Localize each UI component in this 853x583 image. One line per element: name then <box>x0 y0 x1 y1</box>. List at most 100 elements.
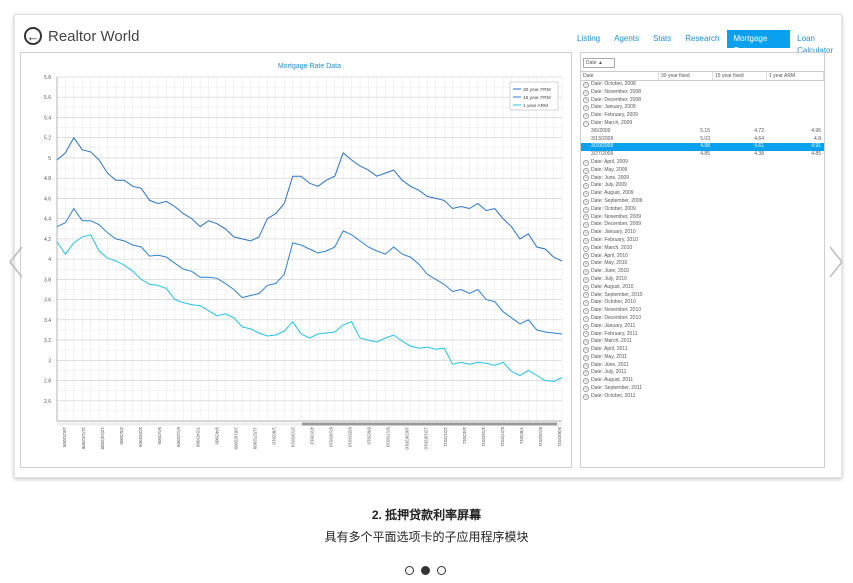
group-row[interactable]: + Date: February, 2010 <box>581 237 824 245</box>
expand-icon[interactable]: + <box>583 378 589 385</box>
group-row[interactable]: + Date: November, 2010 <box>581 307 824 315</box>
expand-icon[interactable]: + <box>583 315 589 322</box>
group-row[interactable]: + Date: April, 2011 <box>581 346 824 354</box>
group-row[interactable]: + Date: May, 2011 <box>581 354 824 362</box>
tab-research[interactable]: Research <box>678 30 726 48</box>
group-row[interactable]: + Date: September, 2009 <box>581 198 824 206</box>
group-label: Date: August, 2010 <box>591 283 634 290</box>
group-row[interactable]: + Date: June, 2009 <box>581 175 824 183</box>
data-row[interactable]: 3/27/2009 4.85 4.38 4.85 <box>581 151 824 159</box>
group-row[interactable]: + Date: October, 2008 <box>581 81 824 89</box>
expand-icon[interactable]: + <box>583 97 589 104</box>
group-row[interactable]: + Date: January, 2011 <box>581 323 824 331</box>
expand-icon[interactable]: + <box>583 331 589 338</box>
expand-icon[interactable]: + <box>583 245 589 252</box>
group-row[interactable]: + Date: January, 2010 <box>581 229 824 237</box>
group-row[interactable]: + Date: October, 2010 <box>581 299 824 307</box>
expand-icon[interactable]: + <box>583 370 589 377</box>
previous-slide-icon[interactable] <box>8 246 24 278</box>
expand-icon[interactable]: + <box>583 362 589 369</box>
expand-icon[interactable]: + <box>583 385 589 392</box>
carousel-dot[interactable] <box>405 566 414 575</box>
expand-icon[interactable]: + <box>583 113 589 120</box>
group-row[interactable]: + Date: April, 2010 <box>581 253 824 261</box>
group-row[interactable]: + Date: September, 2010 <box>581 292 824 300</box>
data-row[interactable]: 3/6/2009 5.15 4.72 4.96 <box>581 128 824 136</box>
group-row[interactable]: + Date: May, 2009 <box>581 167 824 175</box>
expand-icon[interactable]: + <box>583 230 589 237</box>
column-header[interactable]: 30 year fixed <box>659 72 713 80</box>
expand-icon[interactable]: + <box>583 308 589 314</box>
carousel-dot[interactable] <box>421 566 430 575</box>
expand-icon[interactable]: + <box>583 253 589 260</box>
expand-icon[interactable]: + <box>583 175 589 182</box>
expand-icon[interactable]: + <box>583 222 589 229</box>
column-header[interactable]: 1 year ARM <box>767 72 824 80</box>
x-tick-label: 10/29/2010 <box>405 427 410 450</box>
group-row[interactable]: + Date: August, 2011 <box>581 377 824 385</box>
expand-icon[interactable]: + <box>583 346 589 353</box>
tab-stats[interactable]: Stats <box>646 30 678 48</box>
carousel-dot[interactable] <box>437 566 446 575</box>
group-row[interactable]: + Date: May, 2010 <box>581 260 824 268</box>
next-slide-icon[interactable] <box>828 246 844 278</box>
group-row[interactable]: + Date: February, 2011 <box>581 331 824 339</box>
expand-icon[interactable]: + <box>583 183 589 190</box>
group-row[interactable]: + Date: July, 2010 <box>581 276 824 284</box>
group-label: Date: June, 2010 <box>591 268 630 275</box>
group-row[interactable]: + Date: June, 2010 <box>581 268 824 276</box>
group-row[interactable]: + Date: July, 2011 <box>581 369 824 377</box>
expand-icon[interactable]: + <box>583 269 589 276</box>
group-row[interactable]: + Date: January, 2009 <box>581 104 824 112</box>
expand-icon[interactable]: + <box>583 292 589 299</box>
y-tick-label: 4 <box>48 257 51 263</box>
back-arrow-icon[interactable]: ← <box>24 27 42 45</box>
group-row[interactable]: + Date: October, 2009 <box>581 206 824 214</box>
tab-listing[interactable]: Listing <box>570 30 607 48</box>
expand-icon[interactable]: + <box>583 214 589 221</box>
column-header[interactable]: Date <box>581 72 659 80</box>
expand-icon[interactable]: + <box>583 81 589 88</box>
tab-mortgage-rates[interactable]: Mortgage Rates <box>726 30 791 55</box>
expand-icon[interactable]: + <box>583 276 589 283</box>
expand-icon[interactable]: + <box>583 300 589 307</box>
group-row[interactable]: + Date: April, 2009 <box>581 159 824 167</box>
expand-icon[interactable]: + <box>583 237 589 244</box>
column-header[interactable]: 15 year fixed <box>713 72 767 80</box>
y-tick-label: 3 <box>48 358 51 364</box>
group-by-date-chip[interactable]: Date ▲ <box>583 58 615 68</box>
data-row[interactable]: 3/13/2009 5.03 4.64 4.8 <box>581 136 824 144</box>
tab-agents[interactable]: Agents <box>607 30 646 48</box>
expand-icon[interactable]: + <box>583 393 589 400</box>
tab-loan-calculator[interactable]: Loan Calculator <box>790 30 853 55</box>
expand-icon[interactable]: + <box>583 167 589 174</box>
collapse-icon[interactable]: − <box>583 120 589 127</box>
group-row[interactable]: + Date: August, 2010 <box>581 284 824 292</box>
group-row[interactable]: + Date: December, 2008 <box>581 97 824 105</box>
expand-icon[interactable]: + <box>583 354 589 361</box>
expand-icon[interactable]: + <box>583 323 589 330</box>
expand-icon[interactable]: + <box>583 105 589 112</box>
group-row[interactable]: + Date: December, 2010 <box>581 315 824 323</box>
expand-icon[interactable]: + <box>583 261 589 268</box>
group-row[interactable]: − Date: March, 2009 <box>581 120 824 128</box>
expand-icon[interactable]: + <box>583 198 589 205</box>
group-row[interactable]: + Date: June, 2011 <box>581 362 824 370</box>
expand-icon[interactable]: + <box>583 339 589 346</box>
expand-icon[interactable]: + <box>583 284 589 291</box>
expand-icon[interactable]: + <box>583 191 589 198</box>
group-row[interactable]: + Date: July, 2009 <box>581 182 824 190</box>
group-row[interactable]: + Date: September, 2011 <box>581 385 824 393</box>
group-row[interactable]: + Date: March, 2011 <box>581 338 824 346</box>
group-row[interactable]: + Date: March, 2010 <box>581 245 824 253</box>
group-row[interactable]: + Date: February, 2009 <box>581 112 824 120</box>
group-row[interactable]: + Date: December, 2009 <box>581 221 824 229</box>
expand-icon[interactable]: + <box>583 159 589 166</box>
expand-icon[interactable]: + <box>583 206 589 213</box>
group-row[interactable]: + Date: August, 2009 <box>581 190 824 198</box>
group-row[interactable]: + Date: November, 2009 <box>581 214 824 222</box>
group-row[interactable]: + Date: October, 2011 <box>581 393 824 401</box>
data-row[interactable]: 3/20/2009 4.98 4.61 4.91 <box>581 143 824 152</box>
group-row[interactable]: + Date: November, 2008 <box>581 89 824 97</box>
expand-icon[interactable]: + <box>583 89 589 96</box>
